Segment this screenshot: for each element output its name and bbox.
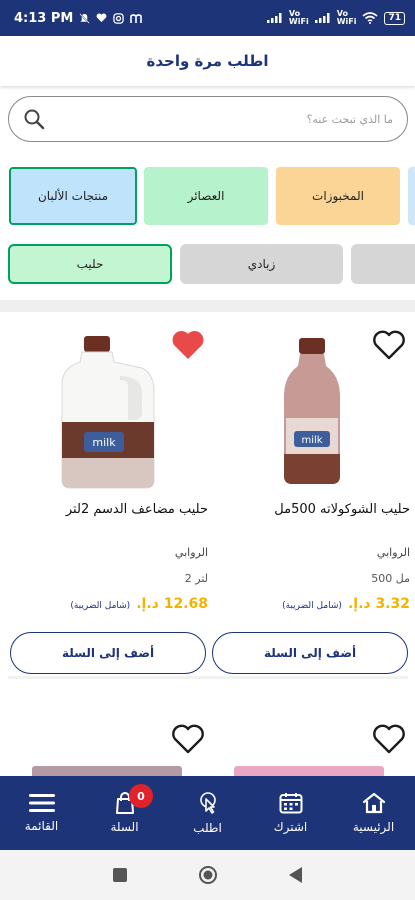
nav-label: اشترك: [273, 820, 308, 834]
row-separator: [8, 676, 408, 679]
mute-icon: [79, 12, 90, 24]
calendar-icon: [279, 793, 302, 814]
cart-count-badge: 0: [129, 784, 153, 808]
status-bar: 4:13 PM Vo WiFi Vo WiFi 71: [0, 0, 415, 36]
nav-label: السلة: [110, 820, 139, 834]
search-icon[interactable]: [23, 108, 45, 130]
price-row: 3.32 د.إ. (شامل الضريبة): [282, 596, 410, 612]
system-navigation-bar: [0, 850, 415, 900]
wifi-calling-label: WiFi: [288, 17, 309, 26]
svg-text:milk: milk: [301, 435, 322, 446]
back-icon[interactable]: [288, 866, 304, 884]
wifi-icon: [362, 12, 378, 24]
favorite-filled-icon[interactable]: [171, 330, 205, 360]
page-title: اطلب مرة واحدة: [146, 52, 269, 70]
chocolate-milk-bottle-image[interactable]: milk: [280, 336, 344, 486]
heart-status-icon: [96, 13, 107, 23]
product-image-partial[interactable]: [234, 766, 384, 776]
instagram-icon: [113, 12, 125, 24]
nav-home[interactable]: الرئيسية: [332, 776, 415, 850]
tap-order-icon: [199, 792, 216, 814]
wifi-calling-label-2: WiFi: [336, 17, 357, 26]
subcategory-label: حليب: [76, 257, 104, 271]
nav-cart[interactable]: السلة 0: [83, 776, 166, 850]
battery-icon: 71: [384, 11, 405, 25]
category-label: منتجات الألبان: [37, 189, 109, 203]
subcategory-milk[interactable]: حليب: [8, 244, 172, 284]
signal-icon-2: [314, 13, 330, 23]
app-header: اطلب مرة واحدة: [0, 36, 415, 86]
product-size: لتر 2: [184, 572, 208, 585]
price-row: 12.68 د.إ. (شامل الضريبة): [70, 596, 208, 612]
nav-menu[interactable]: القائمة: [0, 776, 83, 850]
m-app-icon: [130, 13, 143, 23]
nav-label: اطلب: [193, 821, 222, 835]
favorite-outline-icon[interactable]: [171, 724, 205, 754]
home-icon: [362, 792, 385, 814]
category-juices[interactable]: العصائر: [144, 167, 268, 225]
add-to-cart-button[interactable]: أضف إلى السلة: [10, 632, 206, 674]
category-dairy[interactable]: منتجات الألبان: [9, 167, 137, 225]
bottom-navigation: القائمة السلة 0 اطلب اشترك الرئيسية: [0, 776, 415, 850]
recents-icon[interactable]: [112, 867, 128, 883]
product-image-partial[interactable]: [32, 766, 182, 776]
favorite-outline-icon[interactable]: [372, 724, 406, 754]
search-input[interactable]: [53, 104, 393, 134]
subcategory-yogurt[interactable]: زبادي: [180, 244, 343, 284]
product-brand: الروابي: [174, 546, 208, 559]
product-price: 3.32 د.إ.: [347, 596, 410, 612]
nav-label: القائمة: [24, 819, 59, 833]
signal-icon: [266, 13, 282, 23]
category-label: المخبوزات: [312, 189, 364, 203]
category-more[interactable]: [408, 167, 415, 225]
nav-label: الرئيسية: [352, 820, 395, 834]
home-circle-icon[interactable]: [198, 865, 218, 885]
product-card: milk حليب الشوكولاته 500مل الروابي مل 50…: [210, 320, 410, 680]
category-label: العصائر: [187, 189, 225, 203]
product-card: milk حليب مضاعف الدسم 2لتر الروابي لتر 2…: [8, 320, 208, 680]
hamburger-menu-icon: [28, 794, 55, 812]
subcategory-more[interactable]: [351, 244, 415, 284]
product-name: حليب مضاعف الدسم 2لتر: [65, 502, 208, 517]
favorite-outline-icon[interactable]: [372, 330, 406, 360]
product-size: مل 500: [371, 572, 410, 585]
search-bar[interactable]: [8, 96, 408, 142]
nav-order[interactable]: اطلب: [166, 776, 249, 850]
product-name: حليب الشوكولاته 500مل: [274, 502, 410, 517]
tax-note: (شامل الضريبة): [70, 601, 131, 611]
product-price: 12.68 د.إ.: [136, 596, 208, 612]
tax-note: (شامل الضريبة): [282, 601, 342, 611]
category-bakery[interactable]: المخبوزات: [276, 167, 400, 225]
full-cream-milk-gallon-image[interactable]: milk: [58, 334, 158, 492]
nav-subscribe[interactable]: اشترك: [249, 776, 332, 850]
product-brand: الروابي: [376, 546, 410, 559]
section-divider: [0, 300, 415, 312]
status-time: 4:13 PM: [14, 10, 74, 26]
svg-text:milk: milk: [92, 436, 116, 449]
subcategory-label: زبادي: [247, 257, 276, 271]
add-to-cart-button[interactable]: أضف إلى السلة: [212, 632, 408, 674]
